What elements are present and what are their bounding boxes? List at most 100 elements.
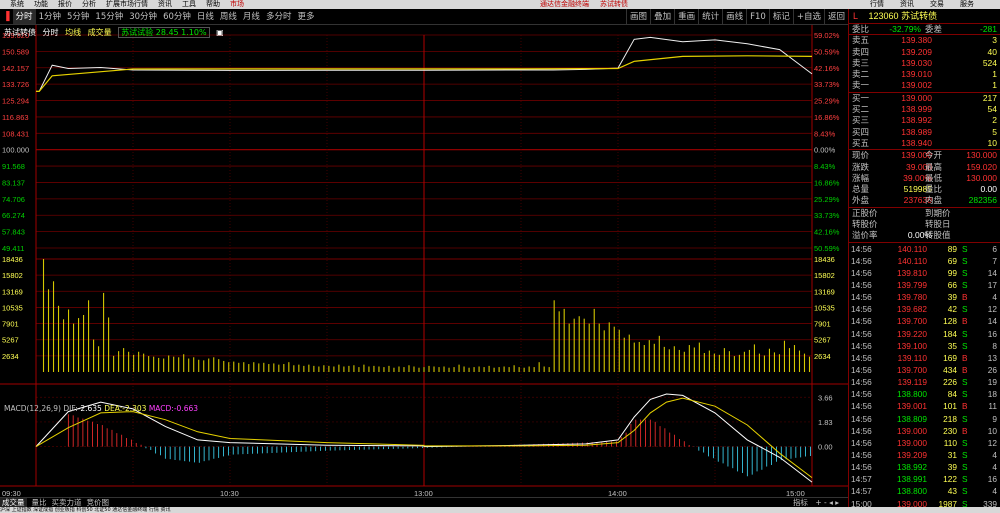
tick-count: 13 [987, 352, 997, 363]
tick-volume: 101 [943, 401, 957, 412]
tab-5min[interactable]: 5分钟 [64, 9, 92, 24]
tick-volume: 39 [947, 462, 957, 473]
macd-tick-label: 1.83 [818, 418, 833, 427]
bond-row: 溢价率 0.00% 转股值 [849, 230, 1000, 241]
bid-list: 买一 139.000 217 买二 138.999 54 买三 138.992 2 买四 138.9… [849, 91, 1000, 149]
ask-row[interactable]: 卖四 139.209 40 [849, 47, 1000, 58]
level-price: 139.209 [901, 46, 932, 57]
menu-item[interactable]: 工具 [182, 0, 196, 9]
level-price: 138.992 [901, 115, 932, 126]
tick-volume: 89 [947, 243, 957, 254]
weibi-row: 委比 -32.79% 委差 -281 [849, 23, 1000, 34]
tick-volume: 122 [943, 474, 957, 485]
volume-tick-label-right: 18436 [814, 255, 835, 264]
tab-intraday[interactable]: 分时 [12, 9, 36, 24]
macd-label: MACD: [148, 404, 174, 413]
chart-mode-icon[interactable]: ▐ [0, 9, 13, 24]
tick-count: 12 [987, 304, 997, 315]
level-volume: 3 [992, 35, 997, 46]
tick-direction: S [962, 243, 968, 254]
percent-tick-label: 59.02% [814, 31, 840, 40]
bid-row[interactable]: 买二 138.999 54 [849, 104, 1000, 115]
tick-row: 14:56 140.110 69 S 7 [849, 255, 1000, 267]
time-tick-label: 13:00 [414, 489, 433, 497]
window-stock-tag: 苏试转债 [600, 0, 628, 8]
volume-tick-label-right: 5267 [814, 336, 831, 345]
tab-60min[interactable]: 60分钟 [160, 9, 194, 24]
weicha-label: 委差 [925, 24, 943, 34]
tab-monthly[interactable]: 月线 [240, 9, 263, 24]
tick-price: 139.780 [897, 292, 927, 303]
intraday-chart[interactable]: 159.020 59.02%150.589 50.59%142.157 42.16%1… [0, 25, 848, 497]
macd-title: MACD(12,26,9) [4, 404, 61, 413]
ask-row[interactable]: 卖二 139.010 1 [849, 69, 1000, 80]
macd-histogram [67, 414, 811, 477]
menu-item[interactable]: 系统 [10, 0, 24, 9]
tab-weekly[interactable]: 周线 [217, 9, 240, 24]
percent-tick-label: 0.00% [814, 146, 836, 155]
tab-volume-ratio[interactable]: 量比 [32, 498, 47, 507]
tab-volume[interactable]: 成交量 [0, 498, 27, 507]
macd-tick-label: 0.00 [818, 443, 833, 452]
menu-item[interactable]: 扩展市场行情 [106, 0, 148, 9]
level-price: 138.999 [901, 104, 932, 115]
chart-grid [0, 25, 848, 487]
tab-more[interactable]: 更多 [294, 9, 317, 24]
price-tick-label: 125.294 [2, 97, 29, 106]
percent-tick-label: 42.16% [814, 228, 840, 237]
tab-30min[interactable]: 30分钟 [126, 9, 160, 24]
ask-row[interactable]: 卖三 139.030 524 [849, 58, 1000, 69]
quote-row: 涨幅 39.00% 最低 130.000 [849, 173, 1000, 184]
menu-item[interactable]: 功能 [34, 0, 48, 9]
menu-item[interactable]: 资讯 [158, 0, 172, 9]
tab-daily[interactable]: 日线 [194, 9, 217, 24]
toolbar-right-button[interactable]: 画线 [722, 9, 746, 24]
tab-buy-sell-force[interactable]: 买卖力道 [52, 498, 82, 507]
tick-volume: 1987 [938, 498, 957, 509]
menu-item[interactable]: 报价 [58, 0, 72, 9]
tab-auction[interactable]: 竞价图 [87, 498, 110, 507]
tick-volume: 42 [947, 304, 957, 315]
percent-tick-label: 8.43% [814, 162, 836, 171]
volume-tick-label: 7901 [2, 320, 19, 329]
tab-1min[interactable]: 1分钟 [36, 9, 64, 24]
ask-row[interactable]: 卖五 139.380 3 [849, 35, 1000, 46]
bid-row[interactable]: 买一 139.000 217 [849, 93, 1000, 104]
camera-icon[interactable]: ▣ [216, 28, 224, 37]
price-tick-label: 49.411 [2, 244, 24, 253]
toolbar-right-button[interactable]: 叠加 [650, 9, 674, 24]
tick-price: 138.800 [897, 389, 927, 400]
bid-row[interactable]: 买四 138.989 5 [849, 127, 1000, 138]
tick-count: 9 [992, 413, 997, 424]
percent-tick-label: 33.73% [814, 211, 840, 220]
bid-row[interactable]: 买三 138.992 2 [849, 115, 1000, 126]
time-tick-label: 14:00 [608, 489, 627, 497]
dif-value: -2.635 [77, 404, 102, 413]
tab-multi-intraday[interactable]: 多分时 [263, 9, 295, 24]
tick-count: 14 [987, 267, 997, 278]
toolbar-right-button[interactable]: +自选 [792, 9, 824, 24]
menu-right-item[interactable]: 行情 [870, 0, 884, 9]
menu-right-item[interactable]: 资讯 [900, 0, 914, 9]
bid-row[interactable]: 买五 138.940 10 [849, 138, 1000, 149]
ask-row[interactable]: 卖一 139.002 1 [849, 80, 1000, 91]
stat-value: 237630 [903, 195, 932, 206]
tab-15min[interactable]: 15分钟 [92, 9, 126, 24]
tick-count: 11 [988, 401, 997, 412]
level-price: 138.940 [901, 137, 932, 148]
toolbar-right-button[interactable]: 重画 [674, 9, 698, 24]
toolbar-right-button[interactable]: 画图 [626, 9, 650, 24]
menu-item[interactable]: 分析 [82, 0, 96, 9]
quote-stats: 现价 139.000 今开 130.000 涨跌 39.000 最高 159.020 涨幅 39.… [849, 149, 1000, 206]
tick-list[interactable]: 14:56 140.110 89 S 6 14:56 140.110 69 S 7 14:56 139… [849, 241, 1000, 510]
menu-right-item[interactable]: 服务 [960, 0, 974, 9]
toolbar-right-button[interactable]: F10 [746, 9, 769, 24]
menu-item[interactable]: 帮助 [206, 0, 220, 9]
tick-count: 4 [992, 292, 997, 303]
toolbar-right-button[interactable]: 统计 [698, 9, 722, 24]
menu-right-item[interactable]: 交易 [930, 0, 944, 9]
tick-price: 139.000 [897, 498, 927, 509]
toolbar-right-button[interactable]: 标记 [768, 9, 793, 24]
toolbar-right-button[interactable]: 返回 [823, 9, 848, 24]
market-menu[interactable]: 市场 [230, 0, 244, 9]
